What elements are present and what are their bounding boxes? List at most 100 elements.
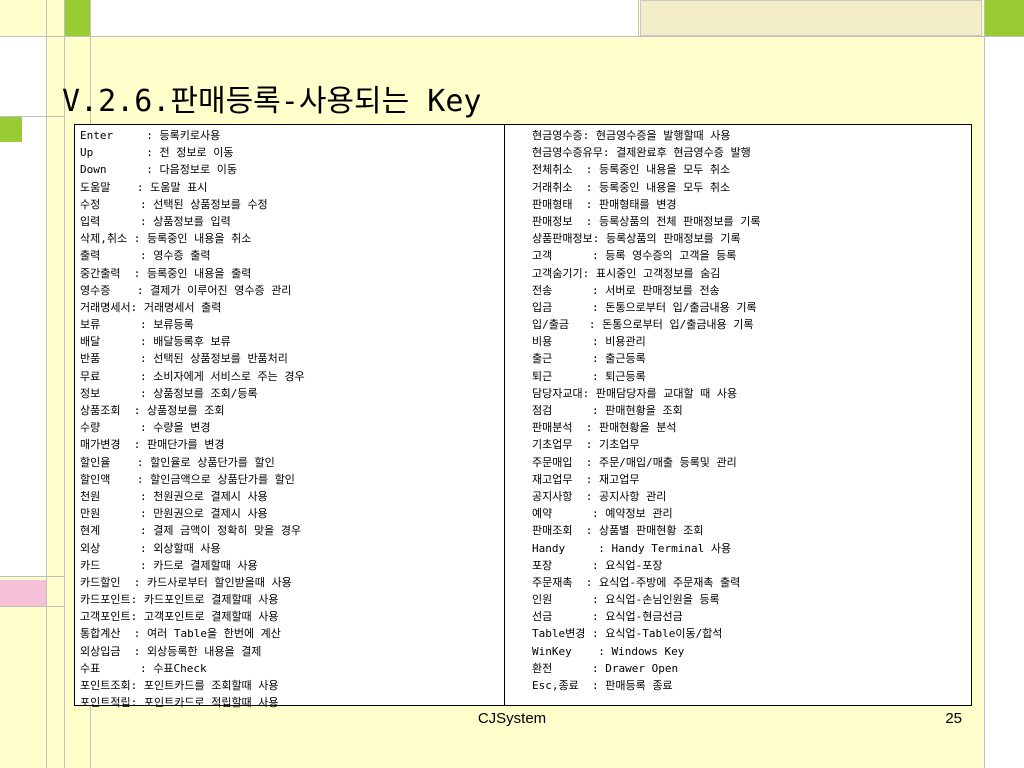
key-row: 환전 : Drawer Open	[532, 660, 761, 677]
key-row: 상품판매정보: 등록상품의 판매정보를 기록	[532, 230, 761, 247]
key-row: 정보 : 상품정보를 조회/등록	[80, 385, 305, 402]
header-band	[90, 0, 639, 36]
key-separator: :	[130, 679, 144, 692]
key-description: 선택된 상품정보를 반품처리	[153, 352, 288, 366]
key-row: 포장 : 요식업-포장	[532, 557, 761, 574]
key-separator: :	[602, 146, 617, 160]
key-separator: :	[552, 507, 606, 521]
key-separator: :	[552, 335, 606, 349]
key-separator: :	[113, 129, 160, 142]
key-name: 매가변경	[80, 438, 121, 452]
left-key-list: Enter : 등록키로사용 Up : 전 정보로 이동 Down : 다음정보로 …	[80, 127, 305, 711]
key-description: 결제 금액이 정확히 맞을 경우	[153, 524, 302, 538]
key-separator: :	[100, 541, 154, 555]
key-separator: :	[100, 661, 154, 675]
key-description: 서버로 판매정보를 전송	[605, 283, 720, 297]
key-separator: :	[572, 575, 599, 589]
key-separator: :	[110, 283, 151, 297]
key-description: 요식업-현금선금	[605, 610, 683, 624]
key-row: 할인액 : 할인금액으로 상품단가를 할인	[80, 471, 305, 488]
key-description: 등록중인 내용을 모두 취소	[598, 163, 731, 177]
key-separator: :	[110, 472, 151, 486]
key-name: 카드	[80, 558, 101, 572]
key-separator: :	[582, 129, 596, 142]
key-name: 점검	[532, 404, 553, 417]
key-description: 퇴근등록	[605, 369, 646, 383]
green-corner-block	[984, 0, 1024, 36]
green-side-block	[0, 116, 22, 142]
key-row: 할인율 : 할인율로 상품단가를 할인	[80, 454, 305, 471]
key-description: 등록중인 내용을 출력	[146, 266, 252, 280]
key-name: 통합계산	[80, 627, 121, 641]
slide-title: V.2.6.판매등록-사용되는 Key	[62, 84, 482, 119]
key-separator: :	[572, 472, 599, 486]
key-description: 현금영수증을 발행할때 사용	[595, 129, 731, 142]
key-name: 고객포인트	[80, 610, 131, 624]
key-row: 외상입금 : 외상등록한 내용을 결제	[80, 643, 305, 660]
key-row: 고객숨기기: 표시중인 고객정보를 숨김	[532, 265, 761, 282]
key-description: 등록상품의 판매정보를 기록	[605, 232, 741, 246]
key-description: 상품정보를 입력	[153, 214, 231, 228]
left-margin-band-lower	[0, 116, 46, 576]
key-name: 무료	[80, 369, 101, 383]
key-name: 상품판매정보	[532, 232, 593, 246]
key-description: 등록키로사용	[159, 129, 221, 142]
key-description: 외상등록한 내용을 결제	[146, 644, 262, 658]
key-description: 상품정보를 조회	[146, 404, 225, 417]
key-name: 현계	[80, 524, 101, 538]
key-description: 공지사항 관리	[598, 489, 667, 503]
key-row: 도움말 : 도움말 표시	[80, 179, 305, 196]
key-separator: :	[582, 266, 596, 280]
key-description: 카드로 결제할때 사용	[153, 558, 258, 572]
key-row: Table변경 : 요식업-Table이동/합석	[532, 625, 761, 642]
key-name: 고객숨기기	[532, 266, 583, 280]
key-separator: :	[565, 541, 612, 555]
key-row: 판매정보 : 등록상품의 전체 판매정보를 기록	[532, 213, 761, 230]
key-name: 수표	[80, 661, 101, 675]
key-description: 판매현황을 조회	[605, 404, 683, 417]
key-description: 포인트카드로 적립할때 사용	[143, 696, 279, 710]
key-name: Down	[80, 163, 107, 177]
key-separator: :	[100, 214, 154, 228]
key-name: 포인트적립	[80, 696, 131, 710]
key-name: Up	[80, 146, 94, 160]
guide-line	[0, 116, 64, 117]
key-name: 보류	[80, 318, 101, 332]
key-row: 삭제,취소 : 등록중인 내용을 취소	[80, 230, 305, 247]
key-separator: :	[100, 249, 154, 263]
key-name: 삭제,취소	[80, 232, 128, 246]
key-description: 상품정보를 조회/등록	[153, 386, 258, 400]
key-description: 외상할때 사용	[153, 541, 221, 555]
key-row: 입/출금 : 돈통으로부터 입/출금내용 기록	[532, 316, 761, 333]
guide-line	[0, 576, 64, 577]
key-separator: :	[578, 679, 606, 692]
green-accent-block	[64, 0, 90, 36]
key-separator: :	[585, 627, 606, 641]
pink-side-block	[0, 580, 46, 606]
key-row: 현금영수증유무: 결제완료후 현금영수증 발행	[532, 144, 761, 161]
key-description: 전 정보로 이동	[159, 146, 234, 160]
key-description: 표시중인 고객정보를 숨김	[595, 266, 721, 280]
key-row: 보류 : 보류등록	[80, 316, 305, 333]
key-row: 거래명세서: 거래명세서 출력	[80, 299, 305, 316]
key-row: 카드 : 카드로 결제할때 사용	[80, 557, 305, 574]
key-row: 판매분석 : 판매현황을 분석	[532, 419, 761, 436]
key-separator: :	[120, 644, 147, 658]
key-description: Drawer Open	[605, 661, 679, 675]
key-name: 판매정보	[532, 214, 573, 228]
key-separator: :	[100, 524, 154, 538]
key-separator: :	[100, 369, 154, 383]
key-separator: :	[120, 438, 147, 452]
key-row: 예약 : 예약정보 관리	[532, 505, 761, 522]
key-name: 비용	[532, 335, 553, 349]
key-description: 도움말 표시	[150, 180, 208, 194]
key-separator: :	[93, 146, 160, 160]
key-separator: :	[100, 386, 154, 400]
key-description: 결제가 이루어진 영수증 관리	[150, 283, 292, 297]
key-description: 카드포인트로 결제할때 사용	[143, 593, 279, 607]
left-margin-band	[0, 36, 46, 116]
key-row: 수정 : 선택된 상품정보를 수정	[80, 196, 305, 213]
key-name: 상품조회	[80, 404, 121, 417]
guide-line	[984, 0, 985, 768]
key-separator: :	[552, 283, 606, 297]
